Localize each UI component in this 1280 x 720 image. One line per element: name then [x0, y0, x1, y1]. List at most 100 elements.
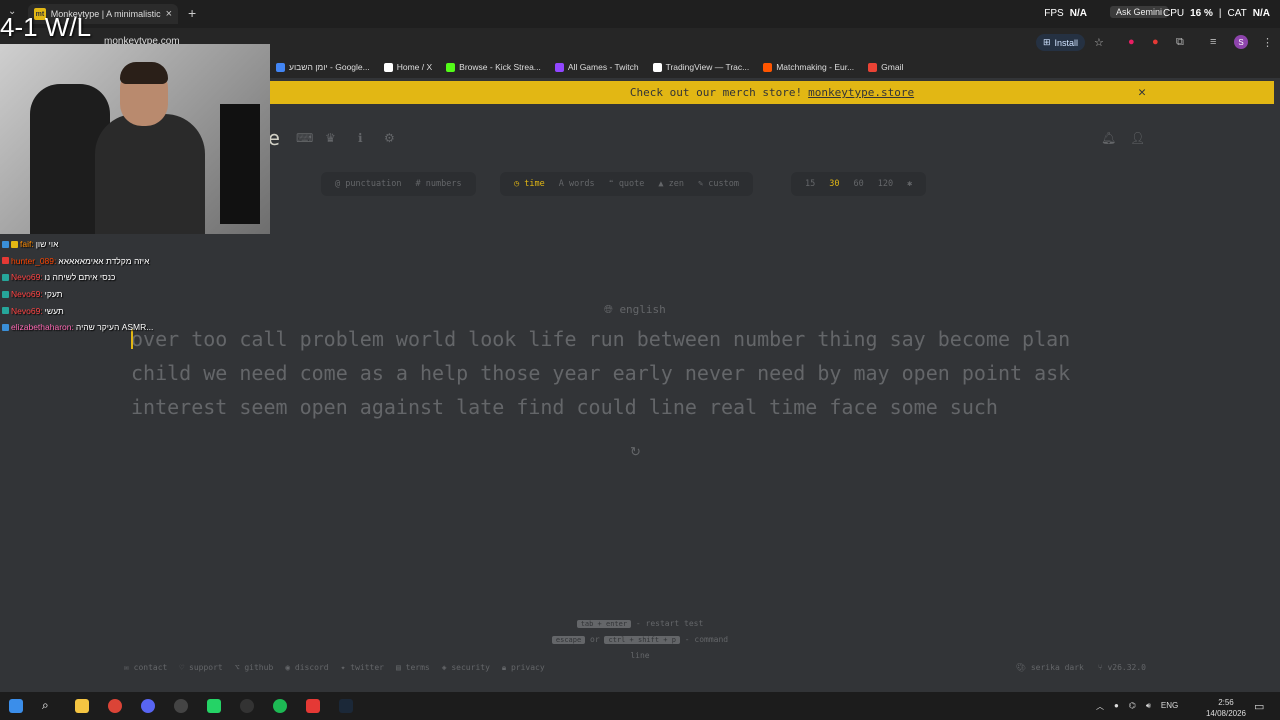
bookmark-label: TradingView — Trac...	[665, 62, 750, 72]
badge-icon	[2, 307, 9, 315]
mode-custom[interactable]: ✎ custom	[698, 179, 739, 189]
key-hint: tab + enter	[576, 620, 632, 628]
mode-words[interactable]: A words	[559, 179, 595, 189]
duration-60[interactable]: 60	[854, 179, 864, 189]
footer-label: github	[244, 663, 274, 672]
chat-message: Nevo69: כנסי איתם לשיחה נו	[0, 269, 270, 286]
clock-time: 2:56	[1218, 698, 1234, 707]
new-tab-button[interactable]: +	[188, 5, 196, 21]
bookmark-item[interactable]: Matchmaking - Eur...	[763, 62, 854, 72]
notification-center-icon[interactable]: ▭	[1254, 700, 1264, 713]
merch-store-link[interactable]: monkeytype.store	[808, 86, 914, 99]
duration-15[interactable]: 15	[805, 179, 815, 189]
chat-text: איזה מקלדת אאימאאאאא	[58, 255, 150, 266]
footer-link-privacy[interactable]: 🔒︎ privacy	[502, 663, 545, 673]
custom-duration-tool-icon[interactable]: ✱	[907, 179, 912, 189]
badge-icon	[2, 323, 9, 331]
punctuation-toggle[interactable]: @ punctuation	[335, 179, 402, 189]
discord-icon[interactable]	[141, 699, 155, 713]
mode-zen[interactable]: ▲ zen	[658, 179, 684, 189]
volume-icon[interactable]: 🔊︎	[1146, 701, 1151, 712]
tray-chevron-icon[interactable]: ︿	[1096, 701, 1104, 712]
badge-icon	[2, 240, 9, 248]
footer-link-security[interactable]: ◈ security	[442, 663, 490, 673]
footer-label: twitter	[350, 663, 384, 672]
bookmark-item[interactable]: Browse - Kick Strea...	[446, 62, 541, 72]
duration-30[interactable]: 30	[829, 179, 839, 189]
extension-icon[interactable]: ●	[1128, 36, 1135, 48]
bookmark-item[interactable]: TradingView — Trac...	[652, 62, 750, 72]
crown-icon[interactable]: ♛	[325, 131, 336, 145]
clock-date: 14/08/2026	[1205, 709, 1246, 718]
bookmark-item[interactable]: Home / X	[383, 62, 432, 72]
mode-quote[interactable]: ❝ quote	[609, 179, 645, 189]
steam-icon[interactable]	[339, 699, 353, 713]
footer-link-terms[interactable]: ▤ terms	[396, 663, 430, 673]
typing-words[interactable]: over too call problem world look life ru…	[131, 322, 1141, 424]
footer-link-support[interactable]: ♡ support	[179, 663, 222, 673]
extension-icon[interactable]: ●	[1152, 36, 1159, 48]
restart-test-icon[interactable]: ↻	[630, 444, 641, 460]
extensions-puzzle-icon[interactable]: ⧉	[1176, 36, 1184, 49]
x-logo-icon	[383, 62, 393, 72]
numbers-toggle[interactable]: # numbers	[416, 179, 462, 189]
bookmark-star-icon[interactable]: ☆	[1094, 36, 1104, 49]
input-language[interactable]: ENG	[1161, 701, 1178, 712]
bookmark-item[interactable]: All Games - Twitch	[554, 62, 639, 72]
footer-link-discord[interactable]: ◉ discord	[285, 663, 328, 673]
mic-icon[interactable]: ●	[1114, 701, 1119, 712]
bookmark-item[interactable]: יומן השבוע - Google...	[276, 62, 370, 72]
chat-username: elizabethaharon:	[11, 322, 74, 333]
taskbar-clock[interactable]: 2:56 14/08/2026	[1206, 697, 1246, 719]
tab-close-icon[interactable]: ×	[166, 8, 172, 20]
bookmark-label: All Games - Twitch	[567, 62, 639, 72]
app-icon[interactable]	[240, 699, 254, 713]
merch-banner: Check out our merch store! monkeytype.st…	[270, 81, 1274, 104]
theme-label: serika dark	[1030, 663, 1084, 672]
keyboard-icon[interactable]: ⌨	[296, 131, 313, 145]
footer-label: security	[451, 663, 490, 672]
tip-text: - restart test	[635, 619, 704, 628]
bookmark-item[interactable]: Gmail	[868, 62, 903, 72]
install-icon: ⊞	[1043, 37, 1051, 47]
mode-time[interactable]: ◷ time	[514, 179, 545, 189]
bookmark-label: יומן השבוע - Google...	[289, 62, 370, 72]
network-icon[interactable]: ⌬	[1129, 701, 1136, 712]
info-icon[interactable]: ℹ	[358, 131, 363, 145]
chat-message: elizabethaharon: העיקר שהיה ASMR...	[0, 319, 270, 336]
install-app-button[interactable]: ⊞ Install	[1036, 34, 1086, 51]
obs-icon[interactable]	[174, 699, 188, 713]
app-icon[interactable]	[306, 699, 320, 713]
windows-start-icon[interactable]	[9, 699, 23, 713]
footer-link-twitter[interactable]: ✦ twitter	[341, 663, 384, 673]
bookmark-label: Gmail	[881, 62, 904, 72]
streamer-body	[95, 114, 205, 234]
profile-avatar[interactable]: S	[1234, 35, 1248, 49]
chat-message: faif: אוי שון	[0, 236, 270, 253]
language-selector[interactable]: 🌐︎ english	[604, 303, 666, 317]
theme-selector[interactable]: 🎨︎ serika dark	[1016, 663, 1084, 672]
footer-meta: 🎨︎ serika dark ⑂ v26.32.0	[1016, 663, 1146, 672]
footer-link-github[interactable]: ⌥ github	[235, 663, 274, 673]
chat-message: Nevo69: תעקי	[0, 286, 270, 303]
spotify-icon[interactable]	[273, 699, 287, 713]
footer-link-contact[interactable]: ✉ contact	[124, 663, 167, 673]
footer-label: terms	[405, 663, 430, 672]
account-user-icon[interactable]: 👤︎	[1130, 131, 1145, 145]
system-tray: ︿ ● ⌬ 🔊︎ ENG	[1096, 701, 1178, 712]
banner-close-icon[interactable]: ✕	[1138, 85, 1146, 100]
config-duration-group: 15 30 60 120 ✱	[791, 172, 927, 196]
notification-bell-icon[interactable]: 🔔︎	[1101, 131, 1116, 145]
cat-value: N/A	[1252, 8, 1270, 19]
version-link[interactable]: ⑂ v26.32.0	[1098, 663, 1146, 672]
browser-menu-icon[interactable]: ⋮	[1262, 36, 1273, 49]
chat-text: תעשי	[44, 305, 64, 316]
settings-gear-icon[interactable]: ⚙	[384, 131, 395, 145]
file-explorer-icon[interactable]	[75, 699, 89, 713]
search-icon[interactable]: ⌕	[42, 698, 56, 712]
chat-username: Nevo69:	[11, 305, 43, 316]
media-control-icon[interactable]: ≡	[1210, 36, 1216, 48]
whatsapp-icon[interactable]	[207, 699, 221, 713]
duration-120[interactable]: 120	[878, 179, 893, 189]
chrome-icon[interactable]	[108, 699, 122, 713]
